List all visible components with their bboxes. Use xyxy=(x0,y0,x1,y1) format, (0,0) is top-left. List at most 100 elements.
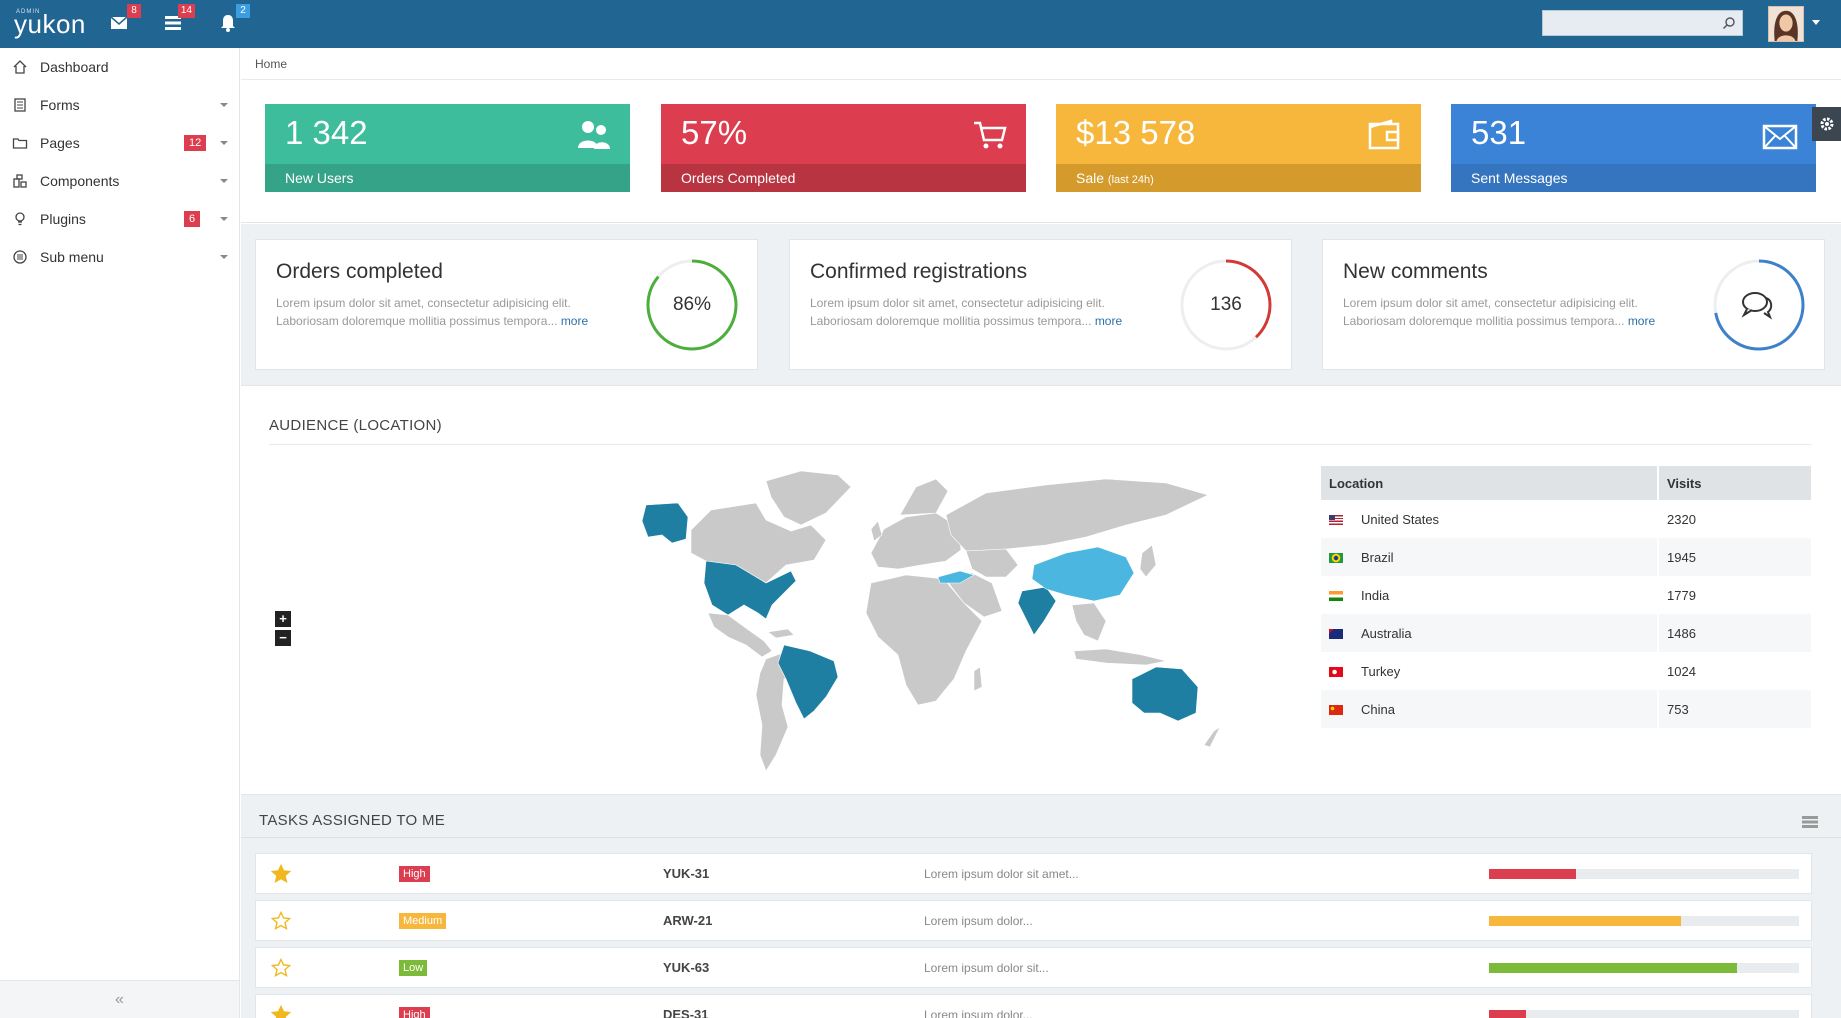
map-region-southeast-asia xyxy=(1071,602,1107,642)
india-flag-icon xyxy=(1329,591,1343,602)
sidebar-item-label: Forms xyxy=(40,97,80,113)
task-code[interactable]: DES-31 xyxy=(663,1007,709,1018)
map-zoom-out-button[interactable]: − xyxy=(275,630,291,646)
column-header-visits: Visits xyxy=(1658,466,1813,500)
us-flag-icon xyxy=(1329,515,1343,526)
sidebar-item-label: Pages xyxy=(40,135,80,151)
top-navbar: ADMIN yukon 8 14 2 xyxy=(0,0,1841,48)
chevron-down-icon xyxy=(220,141,228,145)
breadcrumb-home-link[interactable]: Home xyxy=(255,57,287,71)
more-link[interactable]: more xyxy=(1628,314,1655,328)
sidebar-item-plugins[interactable]: Plugins 6 xyxy=(0,200,239,238)
brand-small-text: ADMIN xyxy=(16,9,41,15)
task-progress-bar xyxy=(1489,1010,1799,1018)
map-region-central-asia xyxy=(965,548,1019,578)
info-card-title: New comments xyxy=(1343,260,1488,283)
progress-ring-value: 86% xyxy=(672,294,712,315)
visits-cell: 2320 xyxy=(1658,500,1813,538)
progress-ring: 136 xyxy=(1179,258,1273,352)
envelope-icon xyxy=(110,16,128,29)
stat-tile-sale[interactable]: $13 578 Sale (last 24h) xyxy=(1056,104,1421,192)
stat-value: 1 342 xyxy=(285,114,368,151)
comments-icon xyxy=(1741,292,1773,320)
star-icon[interactable] xyxy=(271,1005,291,1018)
location-cell: Turkey xyxy=(1321,652,1659,690)
task-progress-fill xyxy=(1489,869,1576,879)
turkey-flag-icon xyxy=(1329,667,1343,678)
star-outline-icon[interactable] xyxy=(271,911,291,931)
messages-button[interactable]: 8 xyxy=(103,4,141,36)
sidebar-collapse-button[interactable]: « xyxy=(0,980,239,1018)
bulb-icon xyxy=(15,212,25,226)
map-region-australia xyxy=(1131,666,1199,722)
map-zoom-in-button[interactable]: + xyxy=(275,611,291,627)
task-row[interactable]: Medium ARW-21 Lorem ipsum dolor... xyxy=(255,900,1812,941)
sidebar-item-sub-menu[interactable]: Sub menu xyxy=(0,238,239,276)
info-card-description: Lorem ipsum dolor sit amet, consectetur … xyxy=(1343,294,1698,330)
stat-tile-sent-messages[interactable]: 531 Sent Messages xyxy=(1451,104,1816,192)
world-map[interactable] xyxy=(466,465,1346,775)
priority-badge: Low xyxy=(399,960,428,976)
search-icon[interactable] xyxy=(1722,16,1736,30)
visits-cell: 1024 xyxy=(1658,652,1813,690)
country-name: United States xyxy=(1361,511,1440,527)
user-avatar[interactable] xyxy=(1768,6,1804,42)
task-row[interactable]: High YUK-31 Lorem ipsum dolor sit amet..… xyxy=(255,853,1812,894)
sidebar: Dashboard Forms Pages 12 Components Plug… xyxy=(0,48,240,1018)
info-card-title: Confirmed registrations xyxy=(810,260,1028,283)
sidebar-item-pages[interactable]: Pages 12 xyxy=(0,124,239,162)
chevron-down-icon xyxy=(220,103,228,107)
visits-cell: 753 xyxy=(1658,690,1813,728)
stat-tile-new-users[interactable]: 1 342 New Users xyxy=(265,104,630,192)
country-name: China xyxy=(1361,701,1395,717)
stat-tile-orders-completed[interactable]: 57% Orders Completed xyxy=(661,104,1026,192)
theme-settings-button[interactable] xyxy=(1812,107,1841,141)
sidebar-item-dashboard[interactable]: Dashboard xyxy=(0,48,239,86)
search-input[interactable] xyxy=(1543,11,1742,35)
progress-ring: 86% xyxy=(645,258,739,352)
panel-menu-icon[interactable] xyxy=(1801,815,1819,829)
cart-icon xyxy=(974,121,1007,149)
more-link[interactable]: more xyxy=(1095,314,1122,328)
divider xyxy=(241,837,1841,838)
task-description: Lorem ipsum dolor... xyxy=(924,914,1033,928)
star-outline-icon[interactable] xyxy=(271,958,291,978)
stat-value: $13 578 xyxy=(1076,114,1196,151)
task-code[interactable]: YUK-63 xyxy=(663,960,709,975)
sidebar-item-components[interactable]: Components xyxy=(0,162,239,200)
info-cards-strip: Orders completed Lorem ipsum dolor sit a… xyxy=(241,224,1841,386)
visits-cell: 1486 xyxy=(1658,614,1813,652)
brand-logo[interactable]: ADMIN yukon xyxy=(14,7,86,41)
map-region-russia xyxy=(945,478,1209,552)
sidebar-item-label: Plugins xyxy=(40,211,86,227)
user-menu-caret-icon[interactable] xyxy=(1812,20,1820,25)
task-code[interactable]: YUK-31 xyxy=(663,866,709,881)
gear-icon xyxy=(1820,117,1833,131)
task-progress-bar xyxy=(1489,869,1799,879)
task-progress-fill xyxy=(1489,916,1682,926)
task-progress-bar xyxy=(1489,916,1799,926)
country-name: Brazil xyxy=(1361,549,1394,565)
star-icon[interactable] xyxy=(271,864,291,884)
location-cell: Brazil xyxy=(1321,538,1659,576)
stat-value: 531 xyxy=(1471,114,1527,151)
more-link[interactable]: more xyxy=(561,314,588,328)
priority-badge: Medium xyxy=(399,913,447,929)
task-code[interactable]: ARW-21 xyxy=(663,913,712,928)
envelope-icon xyxy=(1762,124,1798,150)
tasks-list-button[interactable]: 14 xyxy=(157,4,195,36)
visits-cell: 1945 xyxy=(1658,538,1813,576)
table-row: Turkey 1024 xyxy=(1321,652,1813,690)
task-row[interactable]: Low YUK-63 Lorem ipsum dolor sit... xyxy=(255,947,1812,988)
audience-title: AUDIENCE (LOCATION) xyxy=(269,417,1812,445)
country-name: India xyxy=(1361,587,1390,603)
location-cell: China xyxy=(1321,690,1659,728)
list-circle-icon xyxy=(13,250,27,264)
sidebar-item-forms[interactable]: Forms xyxy=(0,86,239,124)
task-row[interactable]: High DES-31 Lorem ipsum dolor... xyxy=(255,994,1812,1018)
info-card-orders-completed: Orders completed Lorem ipsum dolor sit a… xyxy=(255,239,758,370)
map-region-madagascar xyxy=(973,666,983,692)
map-region-indonesia xyxy=(1073,648,1167,666)
location-cell: India xyxy=(1321,576,1659,614)
notifications-button[interactable]: 2 xyxy=(212,4,250,36)
